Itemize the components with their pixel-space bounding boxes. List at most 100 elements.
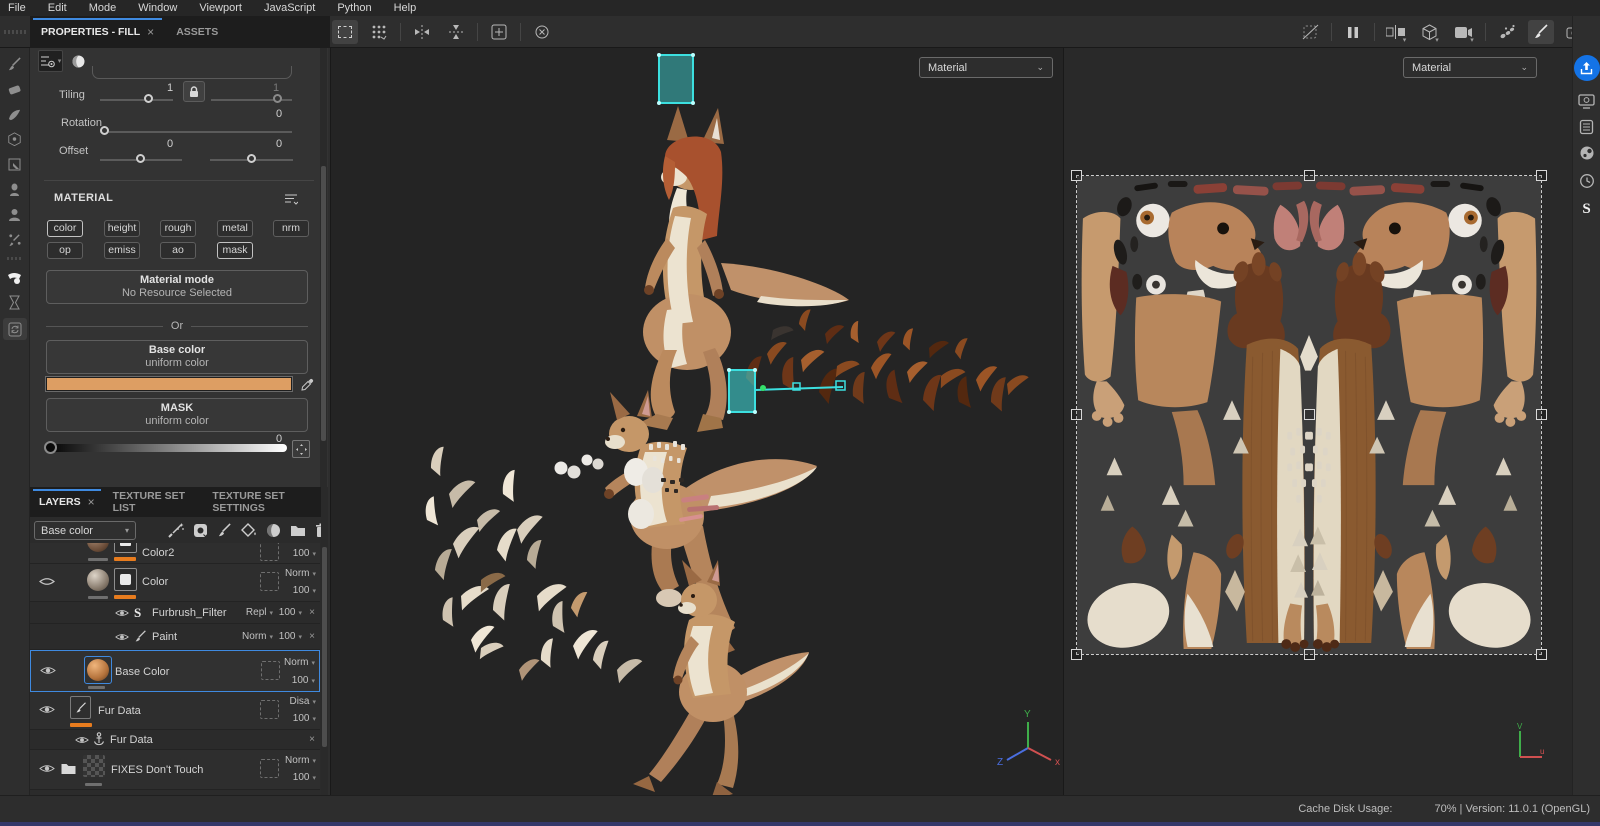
projection-tool-icon[interactable] xyxy=(3,102,27,127)
menu-edit[interactable]: Edit xyxy=(48,2,67,14)
channel-color-button[interactable]: color xyxy=(47,220,83,237)
channel-rough-button[interactable]: rough xyxy=(160,220,196,237)
channel-nrm-button[interactable]: nrm xyxy=(273,220,309,237)
balance-icon[interactable] xyxy=(292,440,310,458)
effects-tool-icon[interactable] xyxy=(3,227,27,252)
effect-blend-mode[interactable]: Repl xyxy=(246,607,273,618)
remove-effect-icon[interactable]: × xyxy=(309,607,315,618)
layer-opacity[interactable]: 100 xyxy=(293,713,316,724)
rotation-slider[interactable] xyxy=(100,131,292,133)
rotation-value[interactable]: 0 xyxy=(276,108,282,120)
layer-mask-slot[interactable] xyxy=(260,543,279,561)
material-mode-button[interactable]: Material mode No Resource Selected xyxy=(46,270,308,304)
menu-file[interactable]: File xyxy=(8,2,26,14)
view-3d-icon[interactable]: ▾ xyxy=(1417,20,1443,44)
fill-material-subtab[interactable] xyxy=(66,50,91,72)
uv-texture-canvas[interactable] xyxy=(1077,176,1541,654)
layer-mask-thumbnail[interactable] xyxy=(114,568,137,591)
substance-share-icon[interactable]: S xyxy=(1575,197,1599,221)
layer-mask-slot[interactable] xyxy=(261,661,280,680)
symmetry-y-icon[interactable] xyxy=(443,20,469,44)
shader-dropdown-3d[interactable]: Material ⌄ xyxy=(919,57,1053,78)
offset-x-slider[interactable] xyxy=(100,159,182,161)
base-color-swatch[interactable] xyxy=(46,377,292,391)
layer-mask-slot[interactable] xyxy=(260,759,279,778)
smudge-tool-icon[interactable] xyxy=(3,152,27,177)
channel-mask-button[interactable]: mask xyxy=(217,242,253,259)
visibility-eye-icon[interactable] xyxy=(115,608,129,618)
clone-tool-icon[interactable] xyxy=(3,177,27,202)
resources-updater-icon[interactable] xyxy=(3,318,27,340)
layer-mask-slot[interactable] xyxy=(260,700,279,719)
menu-mode[interactable]: Mode xyxy=(89,2,117,14)
polygon-fill-tool-icon[interactable] xyxy=(3,127,27,152)
camera-view-icon[interactable]: ▾ xyxy=(1451,20,1477,44)
channel-metal-button[interactable]: metal xyxy=(217,220,253,237)
visibility-eye-icon[interactable] xyxy=(39,704,55,715)
marquee-handle[interactable] xyxy=(1304,649,1315,660)
layers-scrollbar[interactable] xyxy=(321,487,328,795)
effect-opacity[interactable]: 100 xyxy=(279,607,302,618)
quick-mask-grid-icon[interactable] xyxy=(366,20,392,44)
marquee-handle[interactable] xyxy=(1304,170,1315,181)
tab-assets[interactable]: ASSETS xyxy=(165,16,229,48)
tiling-y-slider[interactable] xyxy=(211,99,292,101)
close-icon[interactable]: × xyxy=(147,25,154,39)
offset-y-value[interactable]: 0 xyxy=(276,138,282,150)
fill-settings-subtab[interactable] xyxy=(38,50,63,72)
add-fill-layer-icon[interactable] xyxy=(241,523,257,538)
visibility-eye-icon[interactable] xyxy=(40,665,56,676)
close-icon[interactable]: × xyxy=(88,495,95,509)
effect-blend-mode[interactable]: Norm xyxy=(242,631,273,642)
marquee-handle[interactable] xyxy=(1304,409,1315,420)
channel-filter-icon[interactable] xyxy=(282,190,300,208)
channel-emiss-button[interactable]: emiss xyxy=(104,242,140,259)
viewport-3d[interactable]: Y Z x Material ⌄ xyxy=(330,48,1063,795)
tab-texture-set-list[interactable]: TEXTURE SET LIST xyxy=(104,487,204,517)
remove-effect-icon[interactable]: × xyxy=(309,631,315,642)
menu-viewport[interactable]: Viewport xyxy=(199,2,242,14)
magnet-snap-off-icon[interactable] xyxy=(1297,20,1323,44)
tiling-lock-icon[interactable] xyxy=(183,81,205,102)
tiling-y-value[interactable]: 1 xyxy=(273,82,279,94)
layer-thumbnail[interactable] xyxy=(87,543,109,552)
properties-scrollbar[interactable] xyxy=(320,48,327,487)
resources-sphere-icon[interactable] xyxy=(1575,141,1599,165)
visibility-eye-icon[interactable] xyxy=(115,632,129,642)
log-panel-icon[interactable] xyxy=(1575,115,1599,139)
pause-engine-icon[interactable] xyxy=(1340,20,1366,44)
channel-op-button[interactable]: op xyxy=(47,242,83,259)
channel-ao-button[interactable]: ao xyxy=(160,242,196,259)
tiling-x-value[interactable]: 1 xyxy=(167,82,173,94)
viewport-2d[interactable]: Material ⌄ V u xyxy=(1063,48,1572,795)
share-export-icon[interactable] xyxy=(1574,55,1600,81)
layer-row-color[interactable]: Color Norm 100 xyxy=(30,564,320,602)
effect-opacity[interactable]: 100 xyxy=(279,631,302,642)
menu-help[interactable]: Help xyxy=(394,2,417,14)
visibility-eye-icon[interactable] xyxy=(39,576,55,587)
material-picker-tool-icon[interactable] xyxy=(3,202,27,227)
manipulate-tool-icon[interactable] xyxy=(3,265,27,290)
eyedropper-icon[interactable] xyxy=(298,375,316,393)
add-effect-wand-icon[interactable] xyxy=(168,523,184,538)
mask-grayscale-slider[interactable] xyxy=(45,444,287,452)
menu-window[interactable]: Window xyxy=(138,2,177,14)
marquee-handle[interactable] xyxy=(1536,409,1547,420)
layer-thumbnail[interactable] xyxy=(87,569,109,591)
add-group-folder-icon[interactable] xyxy=(290,524,306,537)
symmetry-x-icon[interactable] xyxy=(409,20,435,44)
group-thumbnail[interactable] xyxy=(83,755,105,777)
add-smart-material-icon[interactable] xyxy=(266,523,281,538)
layer-blend-mode[interactable]: Disa xyxy=(289,696,316,707)
effect-row-paint[interactable]: Paint Norm 100 × xyxy=(30,624,320,650)
marquee-handle[interactable] xyxy=(1071,409,1082,420)
add-frame-icon[interactable] xyxy=(486,20,512,44)
layer-row-base-color[interactable]: Base Color Norm 100 xyxy=(30,650,320,692)
layer-opacity[interactable]: 100 xyxy=(293,585,316,596)
offset-y-slider[interactable] xyxy=(210,159,293,161)
anchor-row-fur-data[interactable]: Fur Data × xyxy=(30,730,320,750)
layer-row-fur-data[interactable]: Fur Data Disa 100 xyxy=(30,692,320,730)
layer-thumbnail[interactable] xyxy=(70,696,91,719)
paint-tool-icon[interactable] xyxy=(3,52,27,77)
offset-x-value[interactable]: 0 xyxy=(167,138,173,150)
